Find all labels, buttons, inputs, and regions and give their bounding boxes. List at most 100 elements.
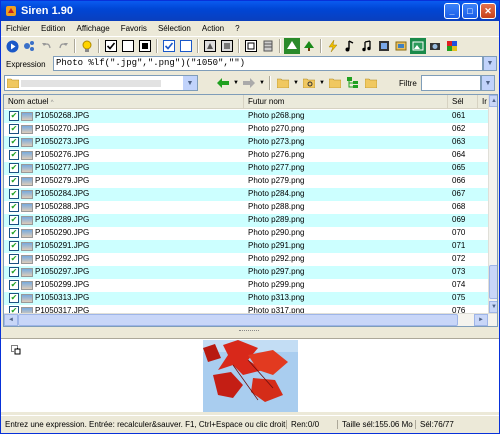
- horizontal-scroll-thumb[interactable]: [18, 314, 458, 326]
- row-checkbox[interactable]: ✔: [9, 163, 19, 173]
- table-row[interactable]: ✔ P1050299.JPG Photo p299.png 074: [4, 279, 488, 292]
- column-future-name[interactable]: Futur nom: [244, 95, 448, 109]
- table-row[interactable]: ✔ P1050290.JPG Photo p290.png 070: [4, 227, 488, 240]
- palette-icon[interactable]: [444, 38, 460, 54]
- splitter-grip[interactable]: [239, 330, 259, 334]
- vertical-scrollbar[interactable]: ▲ ▼: [488, 95, 497, 313]
- table-row[interactable]: ✔ P1050270.JPG Photo p270.png 062: [4, 123, 488, 136]
- menu-help[interactable]: ?: [234, 24, 240, 33]
- horizontal-scrollbar[interactable]: ◄ ►: [4, 313, 497, 326]
- row-checkbox[interactable]: ✔: [9, 150, 19, 160]
- table-row[interactable]: ✔ P1050277.JPG Photo p277.png 065: [4, 162, 488, 175]
- forward-arrow-icon[interactable]: [241, 75, 257, 91]
- scroll-down-button[interactable]: ▼: [489, 301, 497, 313]
- search-folder-icon[interactable]: [301, 75, 317, 91]
- film-icon[interactable]: [376, 38, 392, 54]
- table-row[interactable]: ✔ P1050297.JPG Photo p297.png 073: [4, 266, 488, 279]
- columns-icon[interactable]: [260, 38, 276, 54]
- sort-desc-icon[interactable]: [219, 38, 235, 54]
- maximize-button[interactable]: □: [462, 3, 478, 19]
- scroll-right-button[interactable]: ►: [474, 314, 488, 326]
- invert-check-icon[interactable]: [137, 38, 153, 54]
- row-checkbox[interactable]: ✔: [9, 189, 19, 199]
- pane-splitter[interactable]: [1, 328, 499, 338]
- search-dropdown-icon[interactable]: ▼: [319, 75, 325, 91]
- folder-path-combo[interactable]: ▼: [4, 75, 198, 91]
- undo-icon[interactable]: [38, 38, 54, 54]
- folder-dropdown-icon[interactable]: ▼: [293, 75, 299, 91]
- expression-dropdown-button[interactable]: ▼: [483, 56, 497, 71]
- menu-fichier[interactable]: Fichier: [5, 24, 31, 33]
- video-icon[interactable]: [393, 38, 409, 54]
- expression-input[interactable]: Photo %lf(".jpg",".png")("1050",""): [53, 56, 483, 71]
- menu-affichage[interactable]: Affichage: [75, 24, 110, 33]
- back-arrow-icon[interactable]: [215, 75, 231, 91]
- column-current-name[interactable]: Nom actuel ^: [4, 95, 244, 109]
- menu-favoris[interactable]: Favoris: [120, 24, 148, 33]
- column-extra[interactable]: Ir: [478, 95, 488, 109]
- uncheck-selected-icon[interactable]: [178, 38, 194, 54]
- table-row[interactable]: ✔ P1050276.JPG Photo p276.png 064: [4, 149, 488, 162]
- menu-edition[interactable]: Edition: [40, 24, 66, 33]
- row-checkbox[interactable]: ✔: [9, 202, 19, 212]
- folder-path-dropdown[interactable]: ▼: [183, 76, 197, 90]
- image-icon[interactable]: [410, 38, 426, 54]
- camera-icon[interactable]: [427, 38, 443, 54]
- window-layout-icon[interactable]: [243, 38, 259, 54]
- row-checkbox[interactable]: ✔: [9, 254, 19, 264]
- jpg-file-icon: [21, 177, 33, 186]
- check-selected-icon[interactable]: [161, 38, 177, 54]
- table-row[interactable]: ✔ P1050291.JPG Photo p291.png 071: [4, 240, 488, 253]
- row-checkbox[interactable]: ✔: [9, 124, 19, 134]
- jpg-file-icon: [21, 294, 33, 303]
- table-row[interactable]: ✔ P1050292.JPG Photo p292.png 072: [4, 253, 488, 266]
- table-row[interactable]: ✔ P1050289.JPG Photo p289.png 069: [4, 214, 488, 227]
- crop-select-icon[interactable]: [11, 345, 21, 355]
- redo-icon[interactable]: [55, 38, 71, 54]
- close-button[interactable]: ✕: [480, 3, 496, 19]
- scroll-up-button[interactable]: ▲: [489, 95, 497, 107]
- uncheck-all-icon[interactable]: [120, 38, 136, 54]
- column-selection[interactable]: Sél: [448, 95, 478, 109]
- new-folder-icon[interactable]: [327, 75, 343, 91]
- folder-tree-icon[interactable]: [345, 75, 361, 91]
- scroll-left-button[interactable]: ◄: [4, 314, 18, 326]
- tree-icon[interactable]: [301, 38, 317, 54]
- filter-dropdown-button[interactable]: ▼: [481, 75, 495, 91]
- menu-selection[interactable]: Sélection: [157, 24, 192, 33]
- preview-image: [203, 340, 298, 412]
- back-dropdown-icon[interactable]: ▼: [233, 75, 239, 91]
- forward-dropdown-icon[interactable]: ▼: [259, 75, 265, 91]
- refresh-folder-icon[interactable]: [363, 75, 379, 91]
- row-checkbox[interactable]: ✔: [9, 241, 19, 251]
- table-row[interactable]: ✔ P1050279.JPG Photo p279.png 066: [4, 175, 488, 188]
- menu-action[interactable]: Action: [201, 24, 225, 33]
- table-row[interactable]: ✔ P1050288.JPG Photo p288.png 068: [4, 201, 488, 214]
- row-checkbox[interactable]: ✔: [9, 215, 19, 225]
- parent-folder-icon[interactable]: [275, 75, 291, 91]
- row-checkbox[interactable]: ✔: [9, 111, 19, 121]
- title-bar[interactable]: Siren 1.90 _ □ ✕: [1, 1, 499, 21]
- row-checkbox[interactable]: ✔: [9, 228, 19, 238]
- row-checkbox[interactable]: ✔: [9, 280, 19, 290]
- music-note-icon[interactable]: [342, 38, 358, 54]
- filter-combo[interactable]: [421, 75, 481, 91]
- tree-up-icon[interactable]: [284, 38, 300, 54]
- table-row[interactable]: ✔ P1050284.JPG Photo p284.png 067: [4, 188, 488, 201]
- vertical-scroll-thumb[interactable]: [489, 265, 497, 299]
- table-row[interactable]: ✔ P1050268.JPG Photo p268.png 061: [4, 110, 488, 123]
- lightning-icon[interactable]: [325, 38, 341, 54]
- minimize-button[interactable]: _: [444, 3, 460, 19]
- run-icon[interactable]: [4, 38, 20, 54]
- row-checkbox[interactable]: ✔: [9, 267, 19, 277]
- row-checkbox[interactable]: ✔: [9, 176, 19, 186]
- check-all-icon[interactable]: [103, 38, 119, 54]
- sort-asc-icon[interactable]: [202, 38, 218, 54]
- table-row[interactable]: ✔ P1050313.JPG Photo p313.png 075: [4, 292, 488, 305]
- settings-icon[interactable]: [21, 38, 37, 54]
- table-row[interactable]: ✔ P1050273.JPG Photo p273.png 063: [4, 136, 488, 149]
- lightbulb-icon[interactable]: [79, 38, 95, 54]
- row-checkbox[interactable]: ✔: [9, 293, 19, 303]
- music-notes-icon[interactable]: [359, 38, 375, 54]
- row-checkbox[interactable]: ✔: [9, 137, 19, 147]
